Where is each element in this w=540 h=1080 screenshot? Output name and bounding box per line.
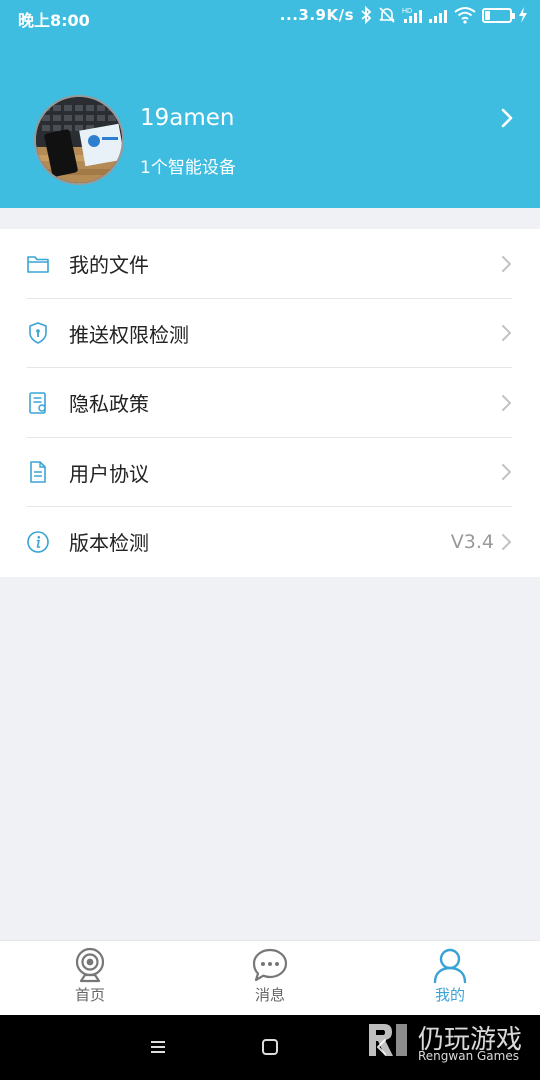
- chevron-right-icon[interactable]: [500, 107, 514, 129]
- tab-mine[interactable]: 我的: [390, 947, 510, 1005]
- bottom-tab-bar: 首页 消息 我的: [0, 940, 540, 1015]
- tab-home[interactable]: 首页: [30, 947, 150, 1005]
- chat-bubble-icon: [252, 948, 288, 982]
- signal-icon: [429, 10, 447, 23]
- shield-icon: [29, 322, 47, 345]
- profile-header: 晚上8:00 ...3.9K/s HD 19 19amen 1个智能设备: [0, 0, 540, 208]
- network-speed: ...3.9K/s: [279, 6, 354, 24]
- menu-item-right: [494, 463, 512, 481]
- battery-level: 19: [489, 8, 505, 22]
- hd-signal-icon: HD: [402, 8, 422, 23]
- home-icon[interactable]: [258, 1035, 282, 1059]
- menu-item-label: 隐私政策: [69, 392, 149, 417]
- alarm-off-icon: [379, 7, 395, 23]
- menu-item-right: [494, 324, 512, 342]
- watermark-logo: [369, 1024, 407, 1056]
- menu-item-label: 我的文件: [69, 253, 149, 278]
- menu-item-version-check[interactable]: 版本检测 V3.4: [0, 507, 540, 577]
- username: 19amen: [140, 105, 235, 131]
- avatar-photo: [36, 97, 122, 183]
- status-icons: ...3.9K/s HD 19: [280, 6, 528, 24]
- tab-label: 我的: [434, 986, 465, 1004]
- folder-icon: [27, 255, 49, 273]
- menu-item-right: [494, 255, 512, 273]
- chevron-right-icon: [502, 533, 511, 550]
- tab-label: 首页: [74, 986, 105, 1004]
- menu-item-right: V3.4: [451, 531, 512, 553]
- menu-item-privacy-policy[interactable]: 隐私政策: [0, 368, 540, 438]
- version-value: V3.4: [450, 530, 494, 553]
- system-nav-bar: 仍玩游戏 Rengwan Games: [0, 1015, 540, 1080]
- chevron-right-icon: [502, 464, 511, 481]
- bluetooth-icon: [361, 6, 372, 24]
- menu-item-label: 推送权限检测: [69, 322, 189, 347]
- camera-icon: [75, 947, 105, 983]
- svg-text:HD: HD: [402, 8, 412, 15]
- device-count: 1个智能设备: [140, 158, 236, 178]
- battery-icon: 19: [482, 7, 515, 23]
- chevron-right-icon: [502, 255, 511, 272]
- avatar[interactable]: [34, 95, 124, 185]
- profile-row[interactable]: 19amen 1个智能设备: [34, 95, 526, 187]
- chevron-right-icon: [502, 394, 511, 411]
- watermark-subtitle: Rengwan Games: [418, 1049, 519, 1063]
- watermark: 仍玩游戏 Rengwan Games: [366, 1019, 522, 1069]
- tab-messages[interactable]: 消息: [210, 947, 330, 1005]
- person-icon: [433, 948, 467, 983]
- status-time: 晚上8:00: [18, 11, 90, 30]
- menu-item-user-agreement[interactable]: 用户协议: [0, 438, 540, 507]
- tab-label: 消息: [254, 986, 285, 1004]
- wifi-icon: [454, 7, 476, 24]
- menu-item-my-files[interactable]: 我的文件: [0, 229, 540, 299]
- menu-item-label: 用户协议: [69, 461, 149, 486]
- settings-menu: 我的文件 推送权限检测 隐私政策 用户协议 版本检测 V3.4: [0, 229, 540, 577]
- chevron-right-icon: [502, 325, 511, 342]
- menu-item-label: 版本检测: [69, 531, 149, 556]
- document-icon: [30, 461, 46, 484]
- charging-icon: [519, 7, 527, 23]
- menu-item-push-permission-check[interactable]: 推送权限检测: [0, 299, 540, 368]
- info-icon: [27, 530, 49, 553]
- certificate-icon: [29, 391, 46, 414]
- menu-icon[interactable]: [146, 1035, 170, 1059]
- status-bar: 晚上8:00 ...3.9K/s HD 19: [0, 0, 540, 34]
- menu-item-right: [494, 394, 512, 412]
